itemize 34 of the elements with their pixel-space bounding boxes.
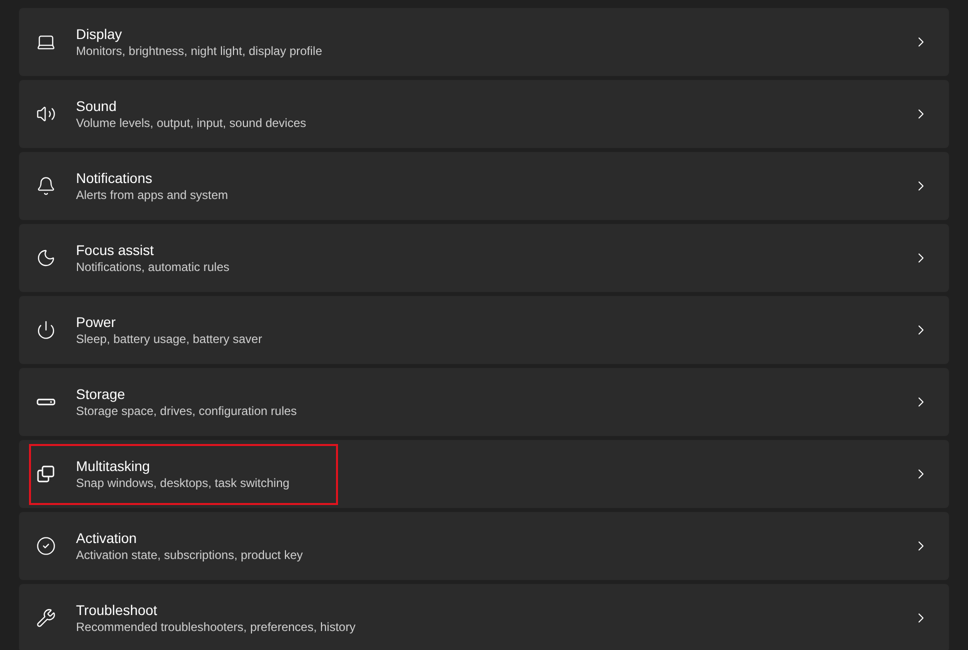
item-subtitle: Alerts from apps and system (76, 186, 230, 204)
settings-item[interactable]: Sound Volume levels, output, input, sound devices (19, 80, 949, 148)
item-title: Activation (76, 528, 138, 546)
item-title: Notifications (76, 168, 154, 186)
bell-icon (36, 176, 56, 196)
item-subtitle: Activation state, subscriptions, product key (76, 546, 304, 564)
windows-icon (36, 464, 56, 484)
settings-item[interactable]: Notifications Alerts from apps and system (19, 152, 949, 220)
item-subtitle: Notifications, automatic rules (76, 258, 230, 276)
check-circle-icon (36, 536, 56, 556)
item-subtitle: Monitors, brightness, night light, display profile (76, 42, 324, 60)
settings-item[interactable]: Multitasking Snap windows, desktops, task switching (19, 440, 949, 508)
item-title: Focus assist (76, 240, 155, 258)
settings-item[interactable]: Display Monitors, brightness, night light, display profile (19, 8, 949, 76)
item-title: Multitasking (76, 456, 151, 474)
wrench-icon (36, 608, 56, 628)
power-icon (36, 320, 56, 340)
moon-icon (36, 248, 56, 268)
settings-item[interactable]: Focus assist Notifications, automatic rules (19, 224, 949, 292)
item-title: Storage (76, 384, 126, 402)
item-title: Troubleshoot (76, 600, 158, 618)
settings-item[interactable]: Troubleshoot Recommended troubleshooters, preferences, history (19, 584, 949, 650)
settings-item[interactable]: Activation Activation state, subscriptions, product key (19, 512, 949, 580)
item-subtitle: Snap windows, desktops, task switching (76, 474, 290, 492)
settings-item[interactable]: Power Sleep, battery usage, battery saver (19, 296, 949, 364)
item-subtitle: Sleep, battery usage, battery saver (76, 330, 264, 348)
speaker-icon (36, 104, 56, 124)
item-subtitle: Storage space, drives, configuration rules (76, 402, 298, 420)
settings-item[interactable]: Storage Storage space, drives, configuration rules (19, 368, 949, 436)
item-title: Power (76, 312, 117, 330)
item-subtitle: Volume levels, output, input, sound devices (76, 114, 308, 132)
item-subtitle: Recommended troubleshooters, preferences, history (76, 618, 356, 636)
item-title: Sound (76, 96, 118, 114)
item-title: Display (76, 24, 123, 42)
